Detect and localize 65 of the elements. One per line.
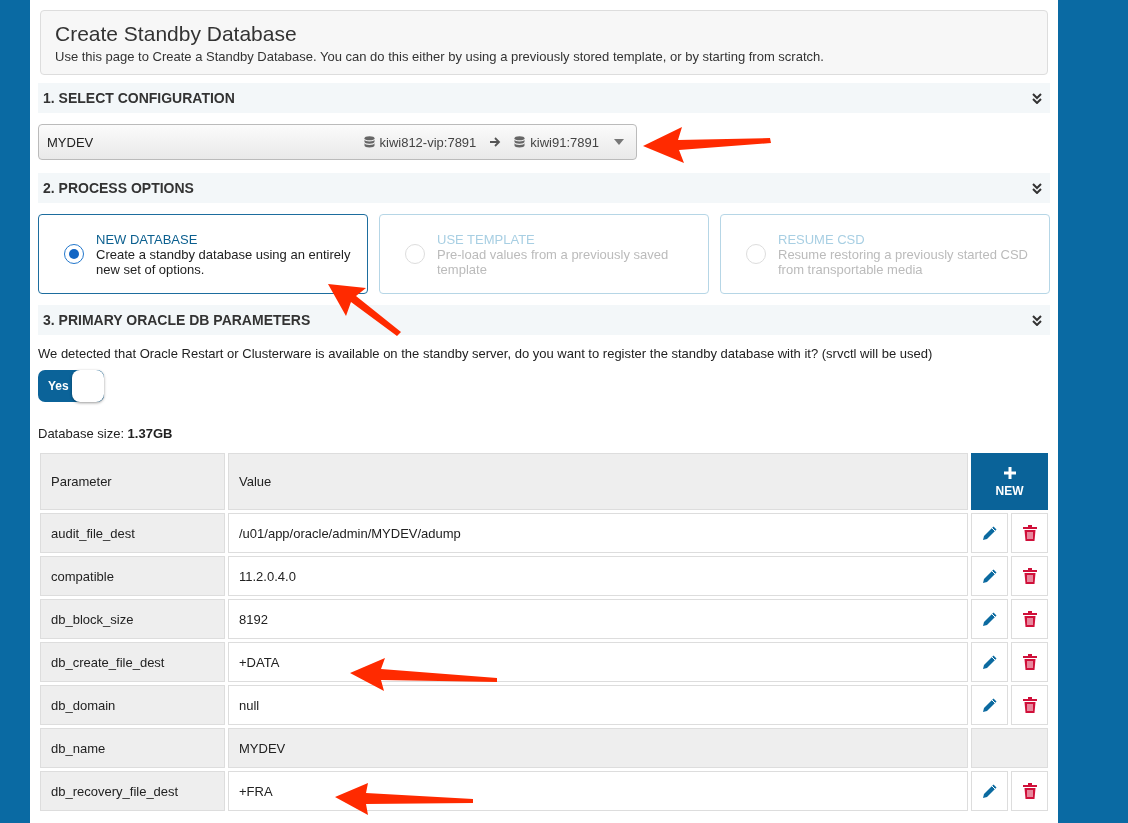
delete-button[interactable] <box>1011 599 1048 639</box>
register-prompt: We detected that Oracle Restart or Clusterware is available on the standby server, do you want to register the standby database with it? (srvctl will be used) <box>38 346 934 361</box>
double-chevron-icon <box>1032 314 1042 326</box>
column-header: Parameter <box>40 453 225 510</box>
value-cell: +DATA <box>228 642 968 682</box>
pencil-icon <box>981 568 998 584</box>
pencil-icon <box>981 697 998 713</box>
parameter-cell: audit_file_dest <box>40 513 225 553</box>
double-chevron-icon <box>1032 182 1042 194</box>
plus-icon <box>1002 465 1017 480</box>
edit-button[interactable] <box>971 599 1008 639</box>
database-icon <box>363 136 375 148</box>
trash-icon <box>1022 654 1037 670</box>
register-toggle[interactable]: Yes <box>38 370 104 402</box>
trash-icon <box>1022 611 1037 627</box>
value-cell: /u01/app/oracle/admin/MYDEV/adump <box>228 513 968 553</box>
value-cell: 8192 <box>228 599 968 639</box>
value-cell: null <box>228 685 968 725</box>
parameter-cell: db_recovery_file_dest <box>40 771 225 811</box>
pencil-icon <box>981 611 998 627</box>
pencil-icon <box>981 654 998 670</box>
option-title: RESUME CSD <box>778 231 866 247</box>
double-chevron-icon <box>1032 92 1042 104</box>
edit-button[interactable] <box>971 642 1008 682</box>
option-description: Resume restoring a previously started CSD from transportable media <box>778 246 1029 277</box>
delete-button[interactable] <box>1011 685 1048 725</box>
right-arrow-icon <box>489 137 502 147</box>
parameter-cell: db_name <box>40 728 225 768</box>
delete-button[interactable] <box>1011 642 1048 682</box>
delete-button[interactable] <box>1011 771 1048 811</box>
caret-icon <box>614 139 624 145</box>
process-option-card[interactable]: NEW DATABASE Create a standby database using an entirely new set of options. <box>38 214 368 294</box>
pencil-icon <box>981 783 998 799</box>
value-cell: 11.2.0.4.0 <box>228 556 968 596</box>
column-header: Value <box>228 453 968 510</box>
option-description: Create a standby database using an entirely new set of options. <box>96 246 352 277</box>
delete-button[interactable] <box>1011 513 1048 553</box>
database-size: Database size: 1.37GB <box>38 426 174 441</box>
parameter-cell: db_create_file_dest <box>40 642 225 682</box>
value-cell: +FRA <box>228 771 968 811</box>
pencil-icon <box>981 525 998 541</box>
section-header[interactable]: 1. SELECT CONFIGURATION <box>38 83 1050 113</box>
new-button[interactable]: NEW <box>971 453 1048 510</box>
option-title: NEW DATABASE <box>96 231 199 247</box>
parameter-cell: db_block_size <box>40 599 225 639</box>
parameter-cell: db_domain <box>40 685 225 725</box>
configuration-dropdown[interactable]: MYDEV kiwi812-vip:7891 kiwi91:7891 <box>38 124 637 160</box>
trash-icon <box>1022 697 1037 713</box>
value-cell: MYDEV <box>228 728 968 768</box>
database-icon <box>514 136 526 148</box>
trash-icon <box>1022 783 1037 799</box>
page-description: Use this page to Create a Standby Database. You can do this either by using a previously stored template, or by starting from scratch. <box>55 49 825 64</box>
edit-button[interactable] <box>971 771 1008 811</box>
option-title: USE TEMPLATE <box>437 231 536 247</box>
page-title: Create Standby Database <box>55 22 298 46</box>
edit-button[interactable] <box>971 513 1008 553</box>
edit-button[interactable] <box>971 556 1008 596</box>
edit-button[interactable] <box>971 685 1008 725</box>
trash-icon <box>1022 568 1037 584</box>
section-header[interactable]: 3. PRIMARY ORACLE DB PARAMETERS <box>38 305 1050 335</box>
section-header[interactable]: 2. PROCESS OPTIONS <box>38 173 1050 203</box>
parameter-cell: compatible <box>40 556 225 596</box>
trash-icon <box>1022 525 1037 541</box>
delete-button[interactable] <box>1011 556 1048 596</box>
option-description: Pre-load values from a previously saved template <box>437 246 670 277</box>
